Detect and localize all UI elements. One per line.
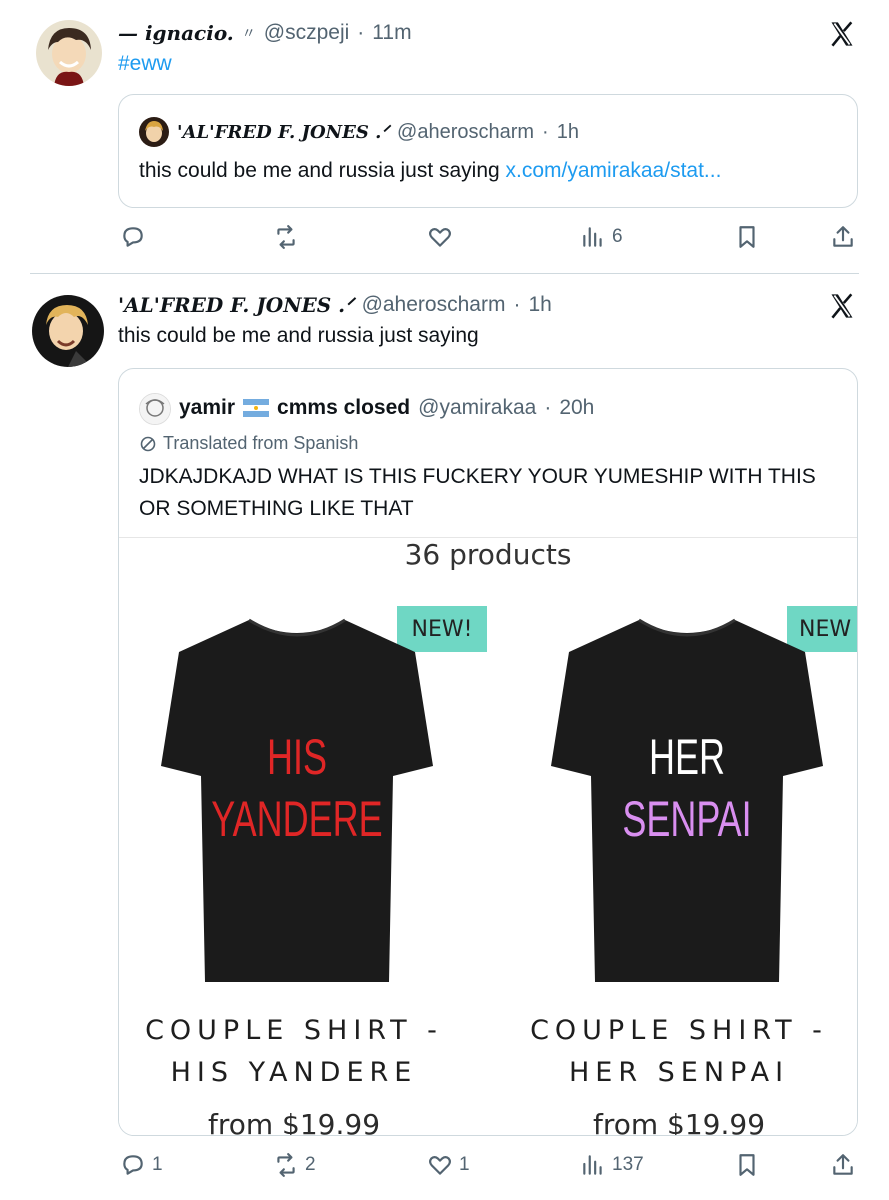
like-count: 1: [459, 1154, 470, 1175]
share-button[interactable]: [830, 1152, 856, 1178]
product-title[interactable]: COUPLE SHIRT - HIS YANDERE: [119, 1010, 469, 1094]
quoted-avatar[interactable]: [139, 117, 169, 147]
shirt-line-2: SENPAI: [622, 791, 752, 847]
shirt-text-her: HER SENPAI: [586, 726, 788, 850]
quoted-text: this could be me and russia just saying: [139, 159, 506, 182]
repost-icon: [277, 225, 295, 249]
share-icon: [833, 226, 853, 247]
views-count: 137: [612, 1154, 644, 1175]
separator-dot: ·: [542, 120, 549, 143]
heart-icon: [429, 1156, 451, 1175]
quoted-handle[interactable]: @aheroscharm: [397, 121, 534, 144]
quoted-avatar[interactable]: [139, 393, 171, 425]
bookmark-button[interactable]: [734, 224, 760, 250]
author-handle[interactable]: @sczpeji: [264, 21, 350, 45]
quoted-link[interactable]: x.com/yamirakaa/stat...: [506, 159, 722, 182]
tweet-actions: 6: [0, 218, 889, 258]
avatar[interactable]: [36, 20, 102, 86]
reply-button[interactable]: 1: [120, 1152, 163, 1178]
quoted-tweet[interactable]: 'AL'FRED F. JONES .ᐟ @aheroscharm · 1h t…: [118, 94, 858, 208]
views-button[interactable]: 6: [580, 224, 623, 250]
share-button[interactable]: [830, 224, 856, 250]
heart-icon: [429, 228, 451, 247]
like-button[interactable]: 1: [427, 1152, 470, 1178]
quoted-text: JDKAJDKAJD WHAT IS THIS FUCKERY YOUR YUM…: [139, 465, 816, 520]
quoted-tweet[interactable]: yamir cmms closed @yamirakaa · 20h Trans…: [118, 368, 858, 1136]
x-logo-icon[interactable]: [828, 20, 856, 48]
repost-button[interactable]: [273, 224, 299, 250]
product-price: from $19.99: [207, 1108, 381, 1136]
author-display-name[interactable]: 'AL'FRED F. JONES .ᐟ: [118, 293, 354, 317]
products-count: 36 products: [404, 538, 572, 571]
shirt-text-his: HIS YANDERE: [196, 726, 398, 850]
bookmark-button[interactable]: [734, 1152, 760, 1178]
tweet-text: this could be me and russia just saying: [118, 324, 479, 347]
separator-dot: ·: [513, 293, 521, 316]
author-display-name[interactable]: — ignacio.: [118, 21, 234, 45]
repost-icon: [277, 1153, 295, 1177]
product-title-line-1: COUPLE SHIRT -: [145, 1015, 443, 1046]
product-title-line-2: HIS YANDERE: [170, 1057, 418, 1088]
tweet-time[interactable]: 11m: [372, 21, 411, 45]
quoted-display-name-rest[interactable]: cmms closed: [277, 396, 410, 420]
quoted-time[interactable]: 1h: [557, 121, 579, 144]
product-title-line-2: HER SENPAI: [568, 1057, 790, 1088]
quoted-handle[interactable]: @yamirakaa: [418, 396, 536, 420]
quoted-display-name[interactable]: yamir: [179, 396, 235, 420]
translation-label[interactable]: Translated from Spanish: [139, 433, 358, 454]
product-price: from $19.99: [592, 1108, 766, 1136]
translated-from-text: Translated from Spanish: [163, 433, 359, 453]
shirt-line-1: HIS: [266, 729, 328, 785]
reply-icon: [123, 227, 143, 247]
argentina-flag-icon: [243, 399, 270, 417]
translate-icon: [140, 436, 156, 451]
repost-button[interactable]: 2: [273, 1152, 316, 1178]
tweet-actions: 1 2 1 137: [0, 1146, 889, 1186]
name-mark: 〃: [241, 25, 256, 41]
separator-dot: ·: [544, 396, 552, 419]
quoted-time[interactable]: 20h: [559, 396, 594, 420]
product-title-line-1: COUPLE SHIRT -: [530, 1015, 828, 1046]
product-title[interactable]: COUPLE SHIRT - HER SENPAI: [504, 1010, 854, 1094]
bookmark-icon: [739, 1154, 755, 1176]
bookmark-icon: [739, 226, 755, 248]
repost-count: 2: [305, 1154, 316, 1175]
reply-button[interactable]: [120, 224, 146, 250]
share-icon: [833, 1154, 853, 1175]
reply-count: 1: [152, 1154, 163, 1175]
avatar[interactable]: [32, 295, 104, 367]
shirt-line-2: YANDERE: [211, 791, 383, 847]
views-count: 6: [612, 226, 623, 247]
separator-dot: ·: [357, 21, 365, 44]
like-button[interactable]: [427, 224, 453, 250]
x-logo-icon[interactable]: [828, 292, 856, 320]
reply-icon: [123, 1155, 143, 1175]
views-chart-icon: [583, 1155, 602, 1175]
shirt-line-1: HER: [648, 729, 726, 785]
views-chart-icon: [583, 227, 602, 247]
quoted-media-image[interactable]: 36 products NEW! HIS YANDERE COUPLE SHIR…: [119, 537, 857, 1136]
author-handle[interactable]: @aheroscharm: [362, 293, 506, 317]
hashtag-text[interactable]: #eww: [118, 52, 172, 76]
quoted-display-name[interactable]: 'AL'FRED F. JONES .ᐟ: [177, 122, 389, 143]
views-button[interactable]: 137: [580, 1152, 644, 1178]
tweet-divider: [30, 273, 859, 274]
tweet-time[interactable]: 1h: [528, 293, 551, 317]
